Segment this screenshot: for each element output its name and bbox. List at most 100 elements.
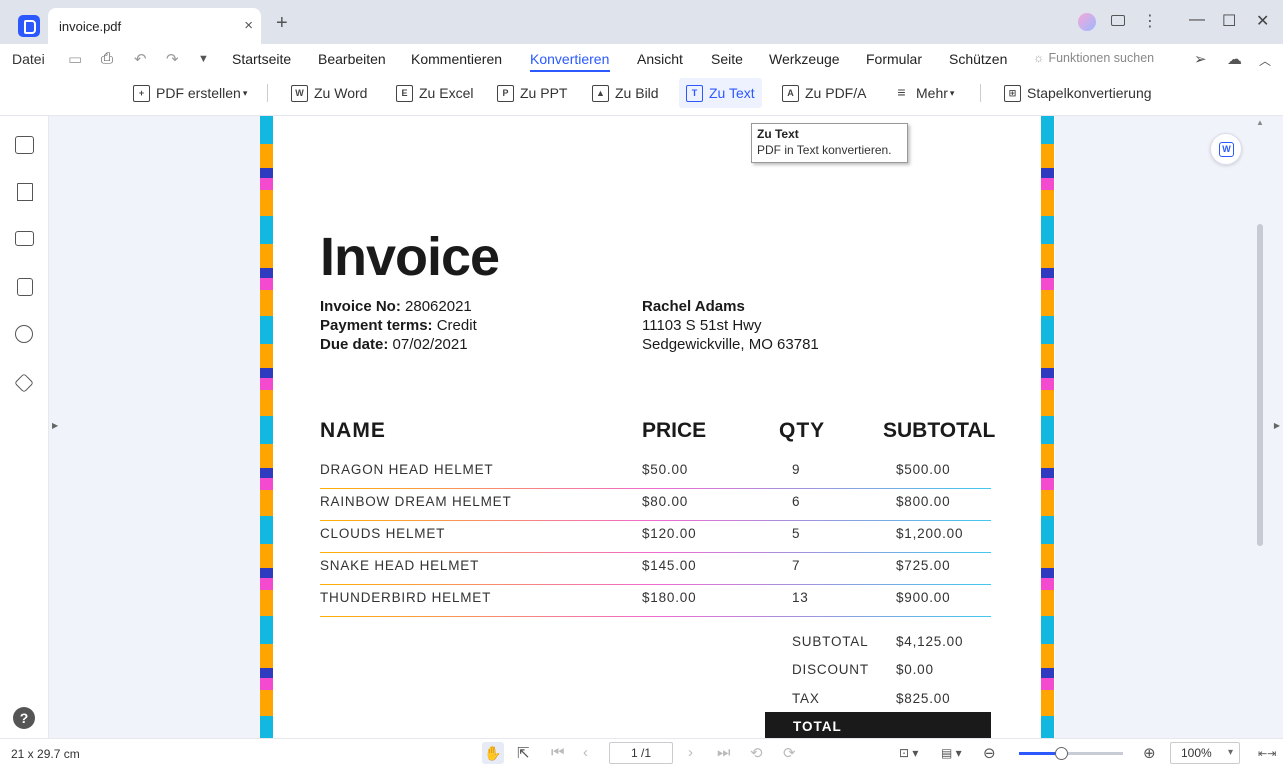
hand-tool-icon[interactable]: ✋ [482, 742, 504, 764]
fit-width-icon[interactable]: ⇤⇥ [1258, 747, 1276, 760]
collapse-ribbon-icon[interactable]: ︿ [1259, 52, 1271, 69]
column-header-qty: QTY [779, 419, 826, 442]
menu-tab-werkzeuge[interactable]: Werkzeuge [769, 51, 840, 67]
menu-tab-seite[interactable]: Seite [711, 51, 743, 67]
zoom-in-icon[interactable]: ⊕ [1143, 744, 1156, 762]
item-name: CLOUDS HELMET [320, 526, 446, 541]
send-icon[interactable]: ➢ [1194, 50, 1207, 68]
zoom-slider[interactable] [1019, 747, 1123, 760]
close-window-icon[interactable]: ✕ [1256, 11, 1269, 31]
invoice-number-line: Invoice No: 28062021 [320, 298, 472, 315]
thumbnails-icon[interactable] [15, 136, 34, 154]
scroll-up-arrow-icon[interactable]: ▲ [1256, 118, 1264, 127]
page-layout-icon[interactable]: ▤ ▾ [941, 746, 962, 760]
menu-tab-kommentieren[interactable]: Kommentieren [411, 51, 502, 67]
item-subtotal: $800.00 [896, 494, 951, 509]
vertical-scrollbar[interactable]: ▲ [1253, 116, 1267, 738]
new-tab-icon[interactable]: + [276, 13, 288, 33]
summary-subtotal-label: SUBTOTAL [792, 634, 869, 649]
menu-tab-konvertieren[interactable]: Konvertieren [530, 51, 609, 67]
document-tab[interactable]: invoice.pdf × [48, 8, 261, 44]
menu-tab-bearbeiten[interactable]: Bearbeiten [318, 51, 386, 67]
help-icon[interactable]: ? [13, 707, 35, 729]
to-word-button[interactable]: W Zu Word [291, 78, 367, 108]
invoice-title: Invoice [320, 227, 500, 287]
first-page-icon[interactable]: ⏮ [551, 744, 565, 761]
cloud-upload-icon[interactable]: ☁ [1227, 50, 1242, 68]
batch-icon: ⊞ [1004, 84, 1021, 102]
save-icon[interactable]: ▭ [68, 50, 82, 68]
more-options-icon[interactable]: ⋮ [1142, 11, 1158, 31]
item-qty: 5 [792, 526, 801, 541]
summary-discount-value: $0.00 [896, 662, 934, 677]
page-number-input[interactable]: 1 /1 [609, 742, 673, 764]
menu-tab-startseite[interactable]: Startseite [232, 51, 291, 67]
tooltip-description: PDF in Text konvertieren. [757, 143, 892, 157]
zoom-value: 100% [1181, 746, 1212, 760]
table-row: SNAKE HEAD HELMET $145.00 7 $725.00 [320, 553, 991, 585]
ppt-icon: P [497, 84, 514, 102]
previous-page-icon[interactable]: ‹ [583, 744, 588, 761]
scrollbar-thumb[interactable] [1257, 224, 1263, 546]
due-date-label: Due date: [320, 336, 389, 353]
excel-icon: E [396, 84, 413, 102]
zoom-out-icon[interactable]: ⊖ [983, 744, 996, 762]
zoom-slider-handle[interactable] [1054, 747, 1068, 760]
close-tab-icon[interactable]: × [244, 17, 253, 34]
last-page-icon[interactable]: ⏭ [717, 744, 731, 761]
attachment-icon[interactable] [17, 278, 33, 296]
rotate-right-icon[interactable]: ⟳ [783, 744, 796, 762]
menu-tab-schuetzen[interactable]: Schützen [949, 51, 1007, 67]
comment-icon[interactable] [15, 231, 34, 246]
menu-tab-ansicht[interactable]: Ansicht [637, 51, 683, 67]
invoice-number-label: Invoice No: [320, 298, 401, 315]
table-row: RAINBOW DREAM HELMET $80.00 6 $800.00 [320, 489, 991, 521]
decorative-stripe-left [260, 116, 273, 738]
bookmark-icon[interactable] [17, 183, 33, 201]
maximize-icon[interactable]: ☐ [1222, 11, 1236, 31]
to-excel-button[interactable]: E Zu Excel [396, 78, 473, 108]
ribbon-divider [267, 84, 268, 102]
more-button[interactable]: ≡ Mehr ▾ [893, 78, 954, 108]
feedback-icon[interactable] [1111, 15, 1125, 26]
pdfa-icon: A [782, 84, 799, 102]
item-subtotal: $725.00 [896, 558, 951, 573]
column-header-name: NAME [320, 419, 386, 442]
minimize-icon[interactable]: — [1189, 11, 1205, 29]
undo-icon[interactable]: ↶ [134, 50, 147, 68]
item-price: $180.00 [642, 590, 697, 605]
menu-file[interactable]: Datei [12, 51, 45, 67]
more-label: Mehr [916, 85, 948, 101]
convert-to-word-icon: W [1219, 142, 1234, 157]
select-tool-icon[interactable]: ⇱ [517, 744, 530, 762]
expand-left-panel-icon[interactable]: ▶ [52, 421, 58, 430]
batch-convert-button[interactable]: ⊞ Stapelkonvertierung [1004, 78, 1152, 108]
more-chevron-icon: ▾ [949, 87, 955, 98]
layers-icon[interactable] [14, 373, 34, 393]
total-label: TOTAL [793, 719, 842, 734]
to-pdfa-button[interactable]: A Zu PDF/A [782, 78, 866, 108]
to-ppt-button[interactable]: P Zu PPT [497, 78, 567, 108]
zoom-select[interactable]: 100% ▾ [1170, 742, 1240, 764]
invoice-number-value: 28062021 [405, 298, 472, 315]
rotate-left-icon[interactable]: ⟲ [750, 744, 763, 762]
create-pdf-button[interactable]: + PDF erstellen ▾ [133, 78, 247, 108]
document-viewer[interactable]: ▶ ▶ Invoice Invoice No: 28062021 Payment… [49, 116, 1283, 738]
quick-access-dropdown-icon[interactable]: ▼ [198, 53, 209, 65]
to-text-button[interactable]: T Zu Text [679, 78, 762, 108]
expand-right-panel-icon[interactable]: ▶ [1274, 421, 1280, 430]
function-search[interactable]: ☼ Funktionen suchen [1033, 51, 1154, 65]
next-page-icon[interactable]: › [688, 744, 693, 761]
print-icon[interactable]: ⎙ [101, 50, 113, 67]
to-image-button[interactable]: ▲ Zu Bild [592, 78, 659, 108]
search-icon[interactable] [15, 325, 33, 343]
floating-convert-button[interactable]: W [1210, 133, 1242, 165]
redo-icon[interactable]: ↷ [166, 50, 179, 68]
menu-tab-formular[interactable]: Formular [866, 51, 922, 67]
create-pdf-label: PDF erstellen [156, 85, 241, 101]
title-bar: invoice.pdf × + ⋮ — ☐ ✕ [0, 0, 1283, 44]
actual-size-icon[interactable]: ⊡ ▾ [899, 746, 918, 760]
item-qty: 6 [792, 494, 801, 509]
create-pdf-icon: + [133, 84, 150, 102]
avatar[interactable] [1078, 13, 1096, 31]
